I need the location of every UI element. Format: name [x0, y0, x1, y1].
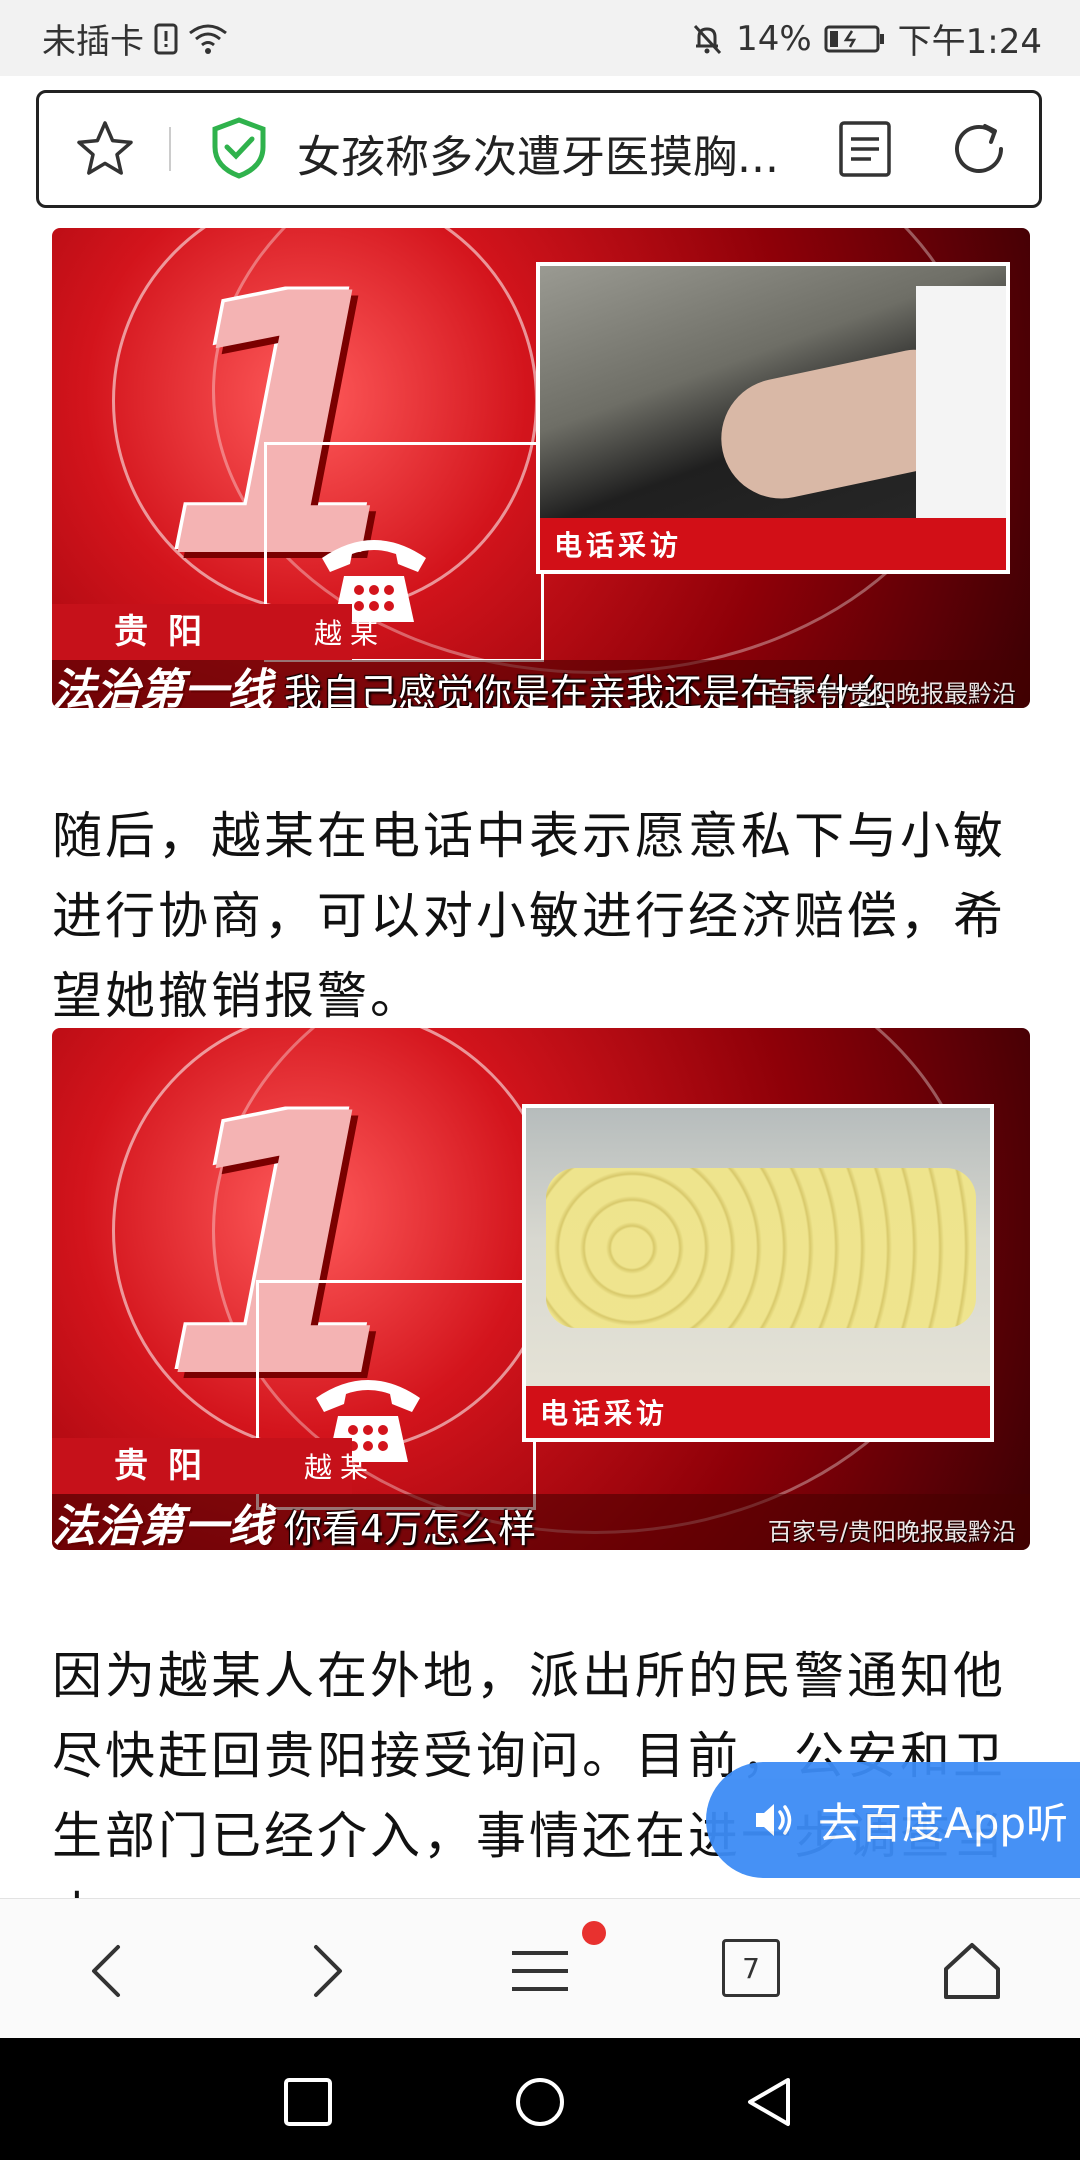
listen-in-app-button[interactable]: 去百度App听	[706, 1762, 1080, 1878]
carrier-text: 未插卡	[42, 22, 144, 62]
show-logo: 法治第一线	[52, 665, 272, 708]
home-icon[interactable]	[940, 1939, 1004, 2003]
listen-button-label: 去百度App听	[818, 1798, 1069, 1848]
notification-dot	[582, 1921, 606, 1945]
tab-count: 7	[722, 1939, 780, 1997]
inset-label: 电话采访	[526, 1386, 990, 1438]
speaker-name: 越某	[314, 617, 387, 650]
subtitle-caption: 你看4万怎么样	[284, 1507, 537, 1550]
inset-dental-molds	[546, 1168, 976, 1328]
status-bar: 未插卡 14% 下午1:24	[0, 0, 1080, 76]
speaker-name: 越某	[304, 1451, 377, 1484]
reload-icon[interactable]	[947, 117, 1011, 181]
status-left: 未插卡	[42, 14, 228, 63]
inset-video: 电话采访	[536, 262, 1010, 574]
page-title[interactable]: 女孩称多次遭牙医摸胸...	[297, 121, 817, 185]
source-watermark: 百家号/贵阳晚报最黔沿	[767, 680, 1016, 708]
battery-percent: 14%	[736, 18, 812, 59]
clock: 下午1:24	[897, 22, 1042, 62]
browser-toolbar: 7	[0, 1898, 1080, 2039]
reader-mode-icon[interactable]	[837, 119, 893, 179]
back-triangle-icon[interactable]	[744, 2076, 796, 2128]
inset-label: 电话采访	[540, 518, 1006, 570]
source-watermark: 百家号/贵阳晚报最黔沿	[767, 1518, 1016, 1546]
back-icon[interactable]	[78, 1939, 142, 2003]
recents-icon[interactable]	[282, 2076, 334, 2128]
show-logo: 法治第一线	[52, 1501, 272, 1550]
speaker-icon	[756, 1804, 792, 1836]
inset-sleeve	[916, 286, 1006, 546]
menu-icon[interactable]	[508, 1939, 572, 2003]
system-nav-bar	[0, 2038, 1080, 2160]
home-circle-icon[interactable]	[514, 2076, 566, 2128]
bookmark-star-icon[interactable]	[75, 119, 135, 179]
sim-alert-icon	[154, 23, 178, 54]
forward-icon[interactable]	[292, 1939, 356, 2003]
status-right: 14% 下午1:24	[690, 14, 1042, 63]
article-content[interactable]: 1 电话采访 贵阳 越某 法治第一线 我自己感觉你是在亲我还是在干什么 百家号/…	[0, 208, 1080, 1898]
news-image-2: 1 电话采访 贵阳 越某 法治第一线 你看4万怎么样 百家号/贵阳晚报最黔沿	[52, 1028, 1030, 1550]
battery-charging-icon	[824, 25, 884, 52]
news-image-1: 1 电话采访 贵阳 越某 法治第一线 我自己感觉你是在亲我还是在干什么 百家号/…	[52, 228, 1030, 708]
article-paragraph: 随后，越某在电话中表示愿意私下与小敏进行协商，可以对小敏进行经济赔偿，希望她撤销…	[52, 807, 1006, 1025]
mute-bell-icon	[693, 24, 722, 54]
address-bar[interactable]: 女孩称多次遭牙医摸胸...	[36, 90, 1042, 208]
security-shield-icon[interactable]	[209, 117, 269, 179]
tabs-button[interactable]: 7	[722, 1939, 786, 2003]
wifi-icon	[189, 24, 227, 54]
inset-video: 电话采访	[522, 1104, 994, 1442]
location-bar: 贵阳	[52, 604, 352, 660]
address-divider	[169, 127, 171, 171]
